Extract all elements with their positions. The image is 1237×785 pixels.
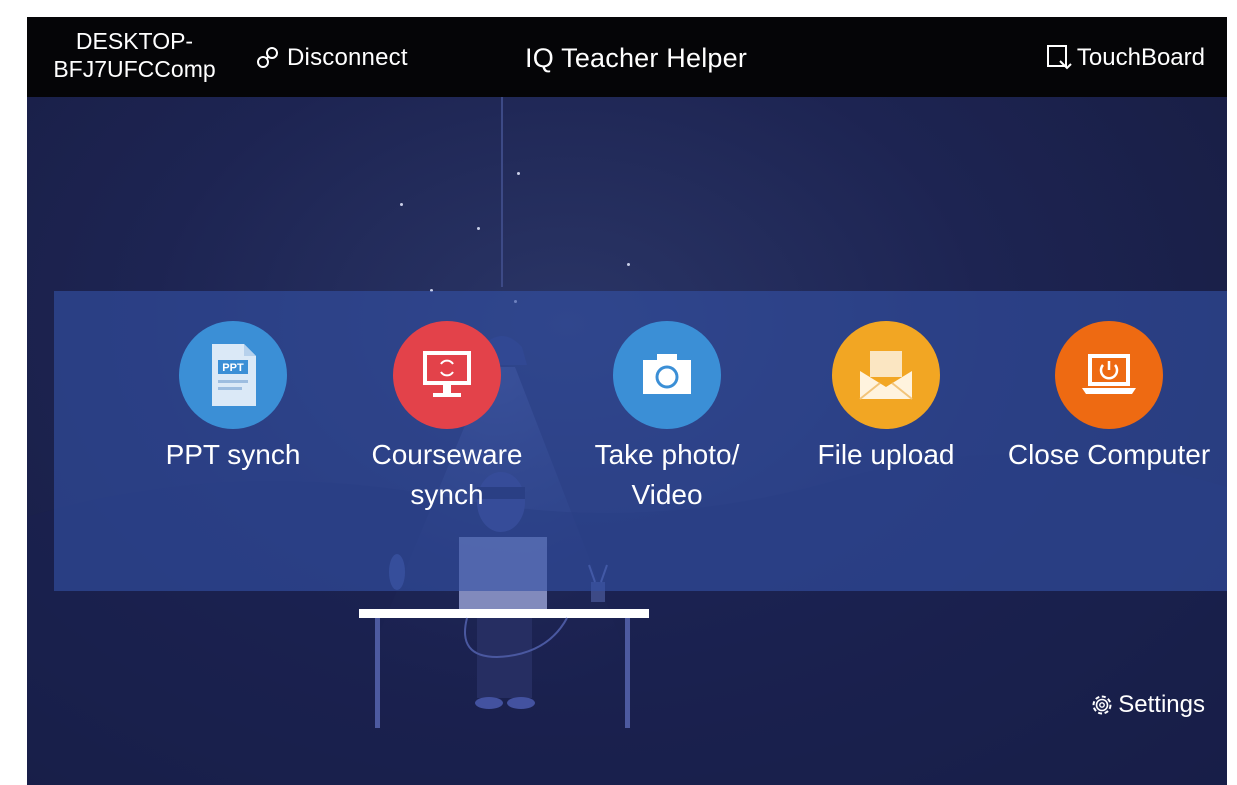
file-upload-button[interactable]: File upload <box>796 321 976 475</box>
disconnect-button[interactable]: Disconnect <box>255 43 408 73</box>
touchboard-icon <box>1046 45 1072 70</box>
device-name: DESKTOP- BFJ7UFCComp <box>53 28 216 82</box>
ppt-synch-label: PPT synch <box>165 439 301 470</box>
monitor-sync-icon <box>423 351 471 397</box>
envelope-upload-icon <box>859 351 913 400</box>
close-computer-circle <box>1055 321 1163 429</box>
function-panel: PPT PPT synch Courseware synch Take phot… <box>54 291 1227 591</box>
courseware-synch-button[interactable]: Courseware synch <box>357 321 537 515</box>
ppt-badge-text: PPT <box>222 362 244 374</box>
disconnect-label: Disconnect <box>287 44 408 71</box>
courseware-synch-label: Courseware synch <box>371 439 523 510</box>
app-window: DESKTOP- BFJ7UFCComp Disconnect IQ Teach… <box>27 17 1227 785</box>
power-laptop-icon <box>1082 354 1136 394</box>
close-computer-button[interactable]: Close Computer <box>994 321 1224 475</box>
app-title: IQ Teacher Helper <box>525 43 748 73</box>
courseware-synch-circle <box>393 321 501 429</box>
settings-label: Settings <box>1118 691 1205 718</box>
take-photo-video-button[interactable]: Take photo/ Video <box>577 321 757 515</box>
settings-button[interactable]: Settings <box>1088 691 1205 719</box>
ppt-synch-button[interactable]: PPT PPT synch <box>148 321 318 475</box>
star <box>517 172 520 175</box>
ppt-synch-circle: PPT <box>179 321 287 429</box>
take-photo-video-label: Take photo/ Video <box>594 439 740 510</box>
ppt-file-icon: PPT <box>212 344 256 406</box>
touchboard-button[interactable]: TouchBoard <box>1045 43 1205 73</box>
close-computer-label: Close Computer <box>1007 439 1211 470</box>
top-bar: DESKTOP- BFJ7UFCComp Disconnect IQ Teach… <box>27 17 1227 97</box>
take-photo-video-circle <box>613 321 721 429</box>
link-icon <box>257 47 278 68</box>
touchboard-label: TouchBoard <box>1076 44 1205 71</box>
star <box>627 263 630 266</box>
file-upload-label: File upload <box>817 439 955 470</box>
file-upload-circle <box>832 321 940 429</box>
gear-icon <box>1092 695 1112 715</box>
camera-icon <box>643 354 691 394</box>
star <box>400 203 403 206</box>
star <box>477 227 480 230</box>
